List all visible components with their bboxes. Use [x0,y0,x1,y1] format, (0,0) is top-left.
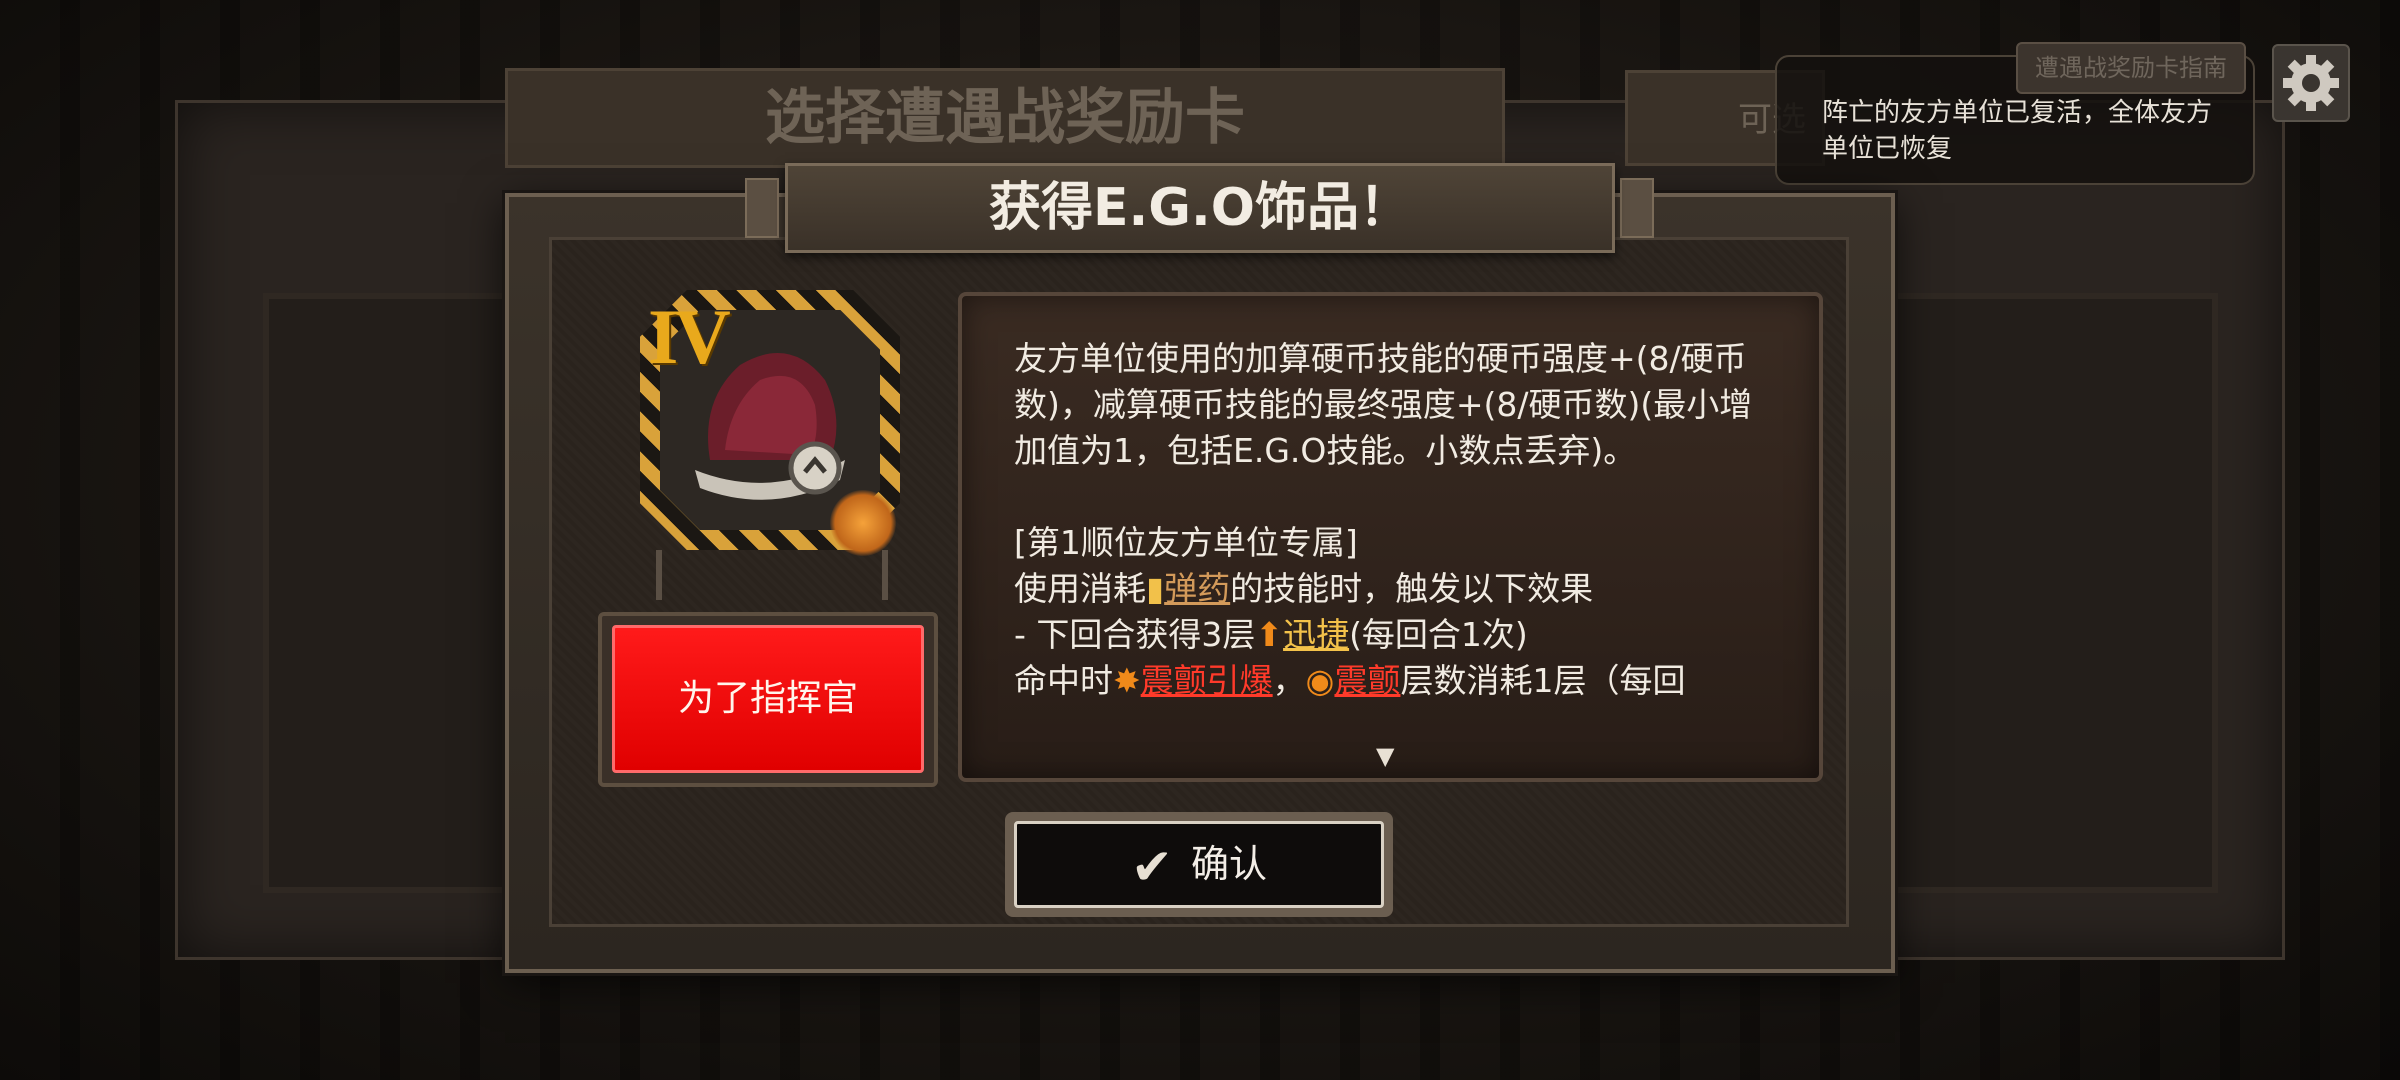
desc-line-3-post: (每回合1次) [1349,615,1528,654]
keyword-ammo[interactable]: 弹药 [1164,569,1230,608]
desc-line-2-post: 的技能时，触发以下效果 [1230,569,1594,608]
title-rivet-left [745,178,779,238]
tremor-icon: ◉ [1305,661,1335,700]
background-title: 选择遭遇战奖励卡 [505,68,1505,168]
resonance-icon [830,490,896,556]
keyword-tremor[interactable]: 震颤 [1334,661,1400,700]
desc-line-4-post: 层数消耗1层（每回 [1400,661,1686,700]
background-card-right [1878,293,2218,893]
for-the-commander-button[interactable]: 为了指挥官 [612,625,924,773]
keyword-haste[interactable]: 迅捷 [1283,615,1349,654]
desc-line-4-pre: 命中时 [1014,661,1113,700]
ammo-icon: ▮ [1146,569,1165,608]
haste-icon: ⬆ [1255,615,1284,654]
gear-icon [2283,55,2339,111]
revive-notice-text: 阵亡的友方单位已复活，全体友方单位已恢复 [1822,98,2213,164]
ego-gift-tier: IV [648,293,731,380]
desc-line-1: 友方单位使用的加算硬币技能的硬币强度+(8/硬币数)，减算硬币技能的最终强度+(… [1014,339,1753,470]
description-panel[interactable]: 友方单位使用的加算硬币技能的硬币强度+(8/硬币数)，减算硬币技能的最终强度+(… [958,292,1823,782]
modal-title: 获得E.G.O饰品！ [785,163,1615,253]
chain-left [656,550,662,600]
chain-right [882,550,888,600]
confirm-button[interactable]: ✔ 确认 [1014,821,1384,908]
burst-icon: ✸ [1113,661,1141,700]
checkmark-icon: ✔ [1131,837,1173,896]
scroll-down-icon[interactable]: ▼ [1376,742,1394,770]
desc-line-4-mid: ， [1272,661,1306,700]
settings-button[interactable] [2272,44,2350,122]
desc-line-3-pre: - 下回合获得3层 [1014,615,1256,654]
desc-line-2-pre: 使用消耗 [1014,569,1146,608]
confirm-label: 确认 [1190,842,1267,886]
title-rivet-right [1620,178,1654,238]
keyword-tremor-burst[interactable]: 震颤引爆 [1141,661,1273,700]
description-text: 友方单位使用的加算硬币技能的硬币强度+(8/硬币数)，减算硬币技能的最终强度+(… [1014,336,1774,726]
desc-section-header: [第1顺位友方单位专属] [1014,523,1358,562]
reward-card-guide-button[interactable]: 遭遇战奖励卡指南 [2016,42,2246,94]
